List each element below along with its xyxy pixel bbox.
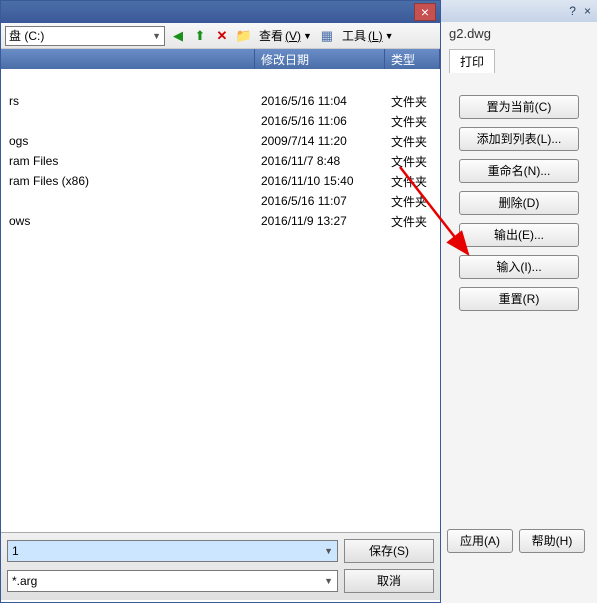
tab-print[interactable]: 打印 <box>449 49 495 73</box>
dialog-toolbar: 盘 (C:) ▼ ◀ ⬆ ✕ 📁 查看(V) ▼ ▦ 工具(L) ▼ <box>1 23 440 49</box>
options-panel: ? × g2.dwg 打印 置为当前(C) 添加到列表(L)... 重命名(N)… <box>441 0 597 603</box>
table-row[interactable]: rs2016/5/16 11:04文件夹 <box>1 91 440 111</box>
help-icon[interactable]: ? <box>569 4 576 18</box>
column-date[interactable]: 修改日期 <box>255 49 385 69</box>
file-list-header: 修改日期 类型 <box>1 49 440 69</box>
file-name: ows <box>3 214 255 228</box>
filename-input[interactable]: 1 ▼ <box>7 540 338 562</box>
chevron-down-icon: ▼ <box>152 31 161 41</box>
file-date: 2016/11/9 13:27 <box>255 214 385 228</box>
file-type: 文件夹 <box>385 153 440 170</box>
table-row[interactable]: ram Files2016/11/7 8:48文件夹 <box>1 151 440 171</box>
file-date: 2016/5/16 11:07 <box>255 194 385 208</box>
view-menu[interactable]: 查看(V) ▼ <box>257 27 314 44</box>
import-button[interactable]: 输入(I)... <box>459 255 579 279</box>
file-list-body: rs2016/5/16 11:04文件夹2016/5/16 11:06文件夹og… <box>1 69 440 231</box>
chevron-down-icon: ▼ <box>324 576 333 586</box>
save-button[interactable]: 保存(S) <box>344 539 434 563</box>
set-current-button[interactable]: 置为当前(C) <box>459 95 579 119</box>
file-type: 文件夹 <box>385 113 440 130</box>
view-label: 查看 <box>259 27 283 44</box>
cancel-button[interactable]: 取消 <box>344 569 434 593</box>
back-icon[interactable]: ◀ <box>169 27 187 45</box>
location-label: 盘 (C:) <box>9 27 44 44</box>
new-folder-icon[interactable]: 📁 <box>235 27 253 45</box>
file-date: 2016/5/16 11:06 <box>255 114 385 128</box>
panel-buttons: 置为当前(C) 添加到列表(L)... 重命名(N)... 删除(D) 输出(E… <box>441 77 597 329</box>
rename-button[interactable]: 重命名(N)... <box>459 159 579 183</box>
table-row[interactable]: ows2016/11/9 13:27文件夹 <box>1 211 440 231</box>
tools-menu[interactable]: 工具(L) ▼ <box>340 27 396 44</box>
column-type[interactable]: 类型 <box>385 49 440 69</box>
filetype-dropdown[interactable]: *.arg ▼ <box>7 570 338 592</box>
grid-icon[interactable]: ▦ <box>318 27 336 45</box>
chevron-down-icon: ▼ <box>385 31 394 41</box>
file-type: 文件夹 <box>385 133 440 150</box>
file-list: 修改日期 类型 rs2016/5/16 11:04文件夹2016/5/16 11… <box>1 49 440 529</box>
document-name: g2.dwg <box>441 22 597 45</box>
table-row[interactable]: ram Files (x86)2016/11/10 15:40文件夹 <box>1 171 440 191</box>
dialog-titlebar: × <box>1 1 440 23</box>
add-to-list-button[interactable]: 添加到列表(L)... <box>459 127 579 151</box>
apply-button[interactable]: 应用(A) <box>447 529 513 553</box>
file-type: 文件夹 <box>385 93 440 110</box>
tools-label: 工具 <box>342 27 366 44</box>
file-date: 2016/5/16 11:04 <box>255 94 385 108</box>
panel-bottom-buttons: 应用(A) 帮助(H) <box>441 529 597 553</box>
delete-button[interactable]: 删除(D) <box>459 191 579 215</box>
up-icon[interactable]: ⬆ <box>191 27 209 45</box>
table-row[interactable]: 2016/5/16 11:07文件夹 <box>1 191 440 211</box>
location-dropdown[interactable]: 盘 (C:) ▼ <box>5 26 165 46</box>
file-type: 文件夹 <box>385 173 440 190</box>
file-date: 2016/11/7 8:48 <box>255 154 385 168</box>
file-save-dialog: × 盘 (C:) ▼ ◀ ⬆ ✕ 📁 查看(V) ▼ ▦ 工具(L) ▼ 修改日… <box>0 0 441 603</box>
file-date: 2009/7/14 11:20 <box>255 134 385 148</box>
reset-button[interactable]: 重置(R) <box>459 287 579 311</box>
file-name: ram Files <box>3 154 255 168</box>
chevron-down-icon: ▼ <box>324 546 333 556</box>
panel-titlebar: ? × <box>441 0 597 22</box>
column-name[interactable] <box>1 49 255 69</box>
table-row[interactable] <box>1 71 440 91</box>
delete-icon[interactable]: ✕ <box>213 27 231 45</box>
export-button[interactable]: 输出(E)... <box>459 223 579 247</box>
close-icon[interactable]: × <box>414 3 436 21</box>
help-button[interactable]: 帮助(H) <box>519 529 585 553</box>
file-type: 文件夹 <box>385 213 440 230</box>
file-name: ram Files (x86) <box>3 174 255 188</box>
file-date: 2016/11/10 15:40 <box>255 174 385 188</box>
table-row[interactable]: 2016/5/16 11:06文件夹 <box>1 111 440 131</box>
table-row[interactable]: ogs2009/7/14 11:20文件夹 <box>1 131 440 151</box>
dialog-footer: 1 ▼ 保存(S) *.arg ▼ 取消 <box>1 532 440 600</box>
file-name: rs <box>3 94 255 108</box>
close-icon[interactable]: × <box>584 4 591 18</box>
file-type: 文件夹 <box>385 193 440 210</box>
file-name: ogs <box>3 134 255 148</box>
chevron-down-icon: ▼ <box>303 31 312 41</box>
